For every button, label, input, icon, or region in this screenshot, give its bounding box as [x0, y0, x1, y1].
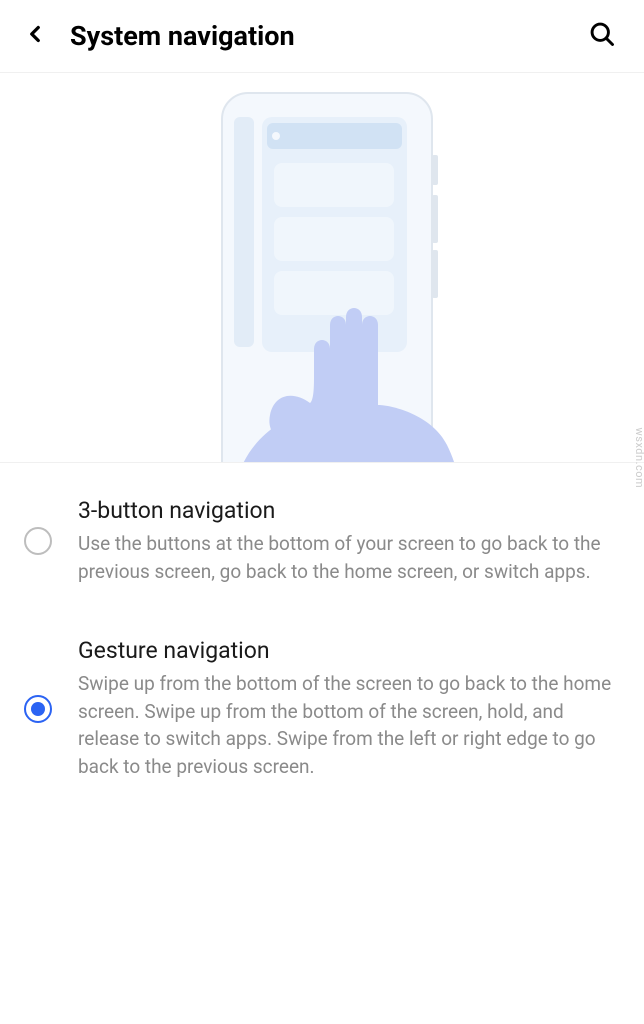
watermark: wsxdn.com — [634, 428, 644, 489]
illustration-area — [0, 73, 644, 463]
back-icon[interactable] — [22, 21, 48, 51]
header: System navigation — [0, 0, 644, 73]
radio-selected-icon — [24, 695, 52, 723]
option-3-button-navigation[interactable]: 3-button navigation Use the buttons at t… — [0, 471, 644, 611]
phone-gesture-illustration — [142, 85, 502, 463]
option-title: 3-button navigation — [78, 497, 616, 524]
options-list: 3-button navigation Use the buttons at t… — [0, 463, 644, 814]
option-text: 3-button navigation Use the buttons at t… — [78, 497, 616, 585]
option-description: Swipe up from the bottom of the screen t… — [78, 670, 616, 780]
header-left: System navigation — [22, 20, 295, 52]
option-title: Gesture navigation — [78, 637, 616, 664]
option-text: Gesture navigation Swipe up from the bot… — [78, 637, 616, 780]
search-icon[interactable] — [588, 20, 616, 52]
radio-unselected-icon — [24, 527, 52, 555]
option-gesture-navigation[interactable]: Gesture navigation Swipe up from the bot… — [0, 611, 644, 806]
option-description: Use the buttons at the bottom of your sc… — [78, 530, 616, 585]
page-title: System navigation — [70, 20, 295, 52]
